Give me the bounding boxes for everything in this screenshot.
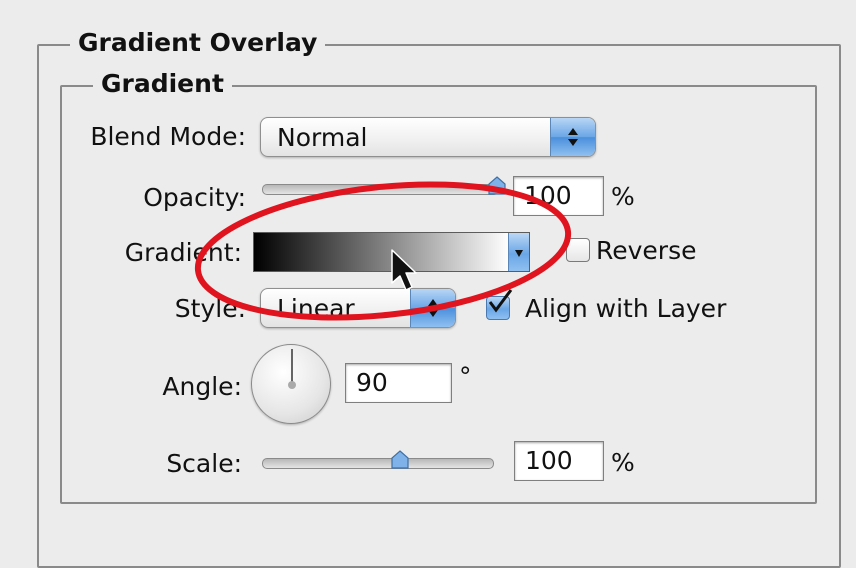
- style-popup[interactable]: Linear: [260, 288, 456, 328]
- reverse-label: Reverse: [596, 236, 697, 265]
- opacity-label: Opacity:: [143, 183, 246, 212]
- scale-slider-thumb[interactable]: [390, 450, 410, 470]
- angle-unit: °: [459, 362, 472, 391]
- opacity-unit: %: [611, 182, 635, 211]
- opacity-field[interactable]: 100: [513, 176, 604, 216]
- gradient-group-title: Gradient: [93, 69, 232, 99]
- opacity-slider-track[interactable]: [262, 184, 499, 195]
- chevron-down-icon[interactable]: [508, 233, 529, 271]
- angle-dial-center: [288, 381, 296, 389]
- angle-label: Angle:: [162, 372, 242, 401]
- scale-slider-track[interactable]: [262, 458, 494, 469]
- angle-dial-needle: [291, 349, 293, 385]
- reverse-checkbox[interactable]: [566, 238, 590, 262]
- up-down-arrows-icon: [550, 118, 595, 156]
- gradient-preview[interactable]: [254, 233, 509, 271]
- blend-mode-label: Blend Mode:: [90, 122, 246, 151]
- up-down-arrows-icon: [410, 289, 455, 327]
- checkmark-icon: [488, 289, 513, 313]
- scale-unit: %: [611, 448, 635, 477]
- style-value: Linear: [277, 294, 355, 323]
- gradient-label: Gradient:: [124, 238, 242, 267]
- angle-field[interactable]: 90: [345, 363, 452, 403]
- gradient-picker[interactable]: [253, 232, 530, 272]
- gradient-overlay-title: Gradient Overlay: [70, 28, 326, 58]
- blend-mode-popup[interactable]: Normal: [260, 117, 596, 157]
- opacity-slider-thumb[interactable]: [487, 176, 507, 196]
- angle-dial[interactable]: [251, 344, 331, 424]
- scale-label: Scale:: [166, 449, 242, 478]
- blend-mode-value: Normal: [277, 123, 368, 152]
- scale-field[interactable]: 100: [514, 441, 604, 481]
- style-label: Style:: [174, 294, 246, 323]
- align-with-layer-checkbox[interactable]: [486, 289, 513, 320]
- align-with-layer-label: Align with Layer: [525, 294, 727, 323]
